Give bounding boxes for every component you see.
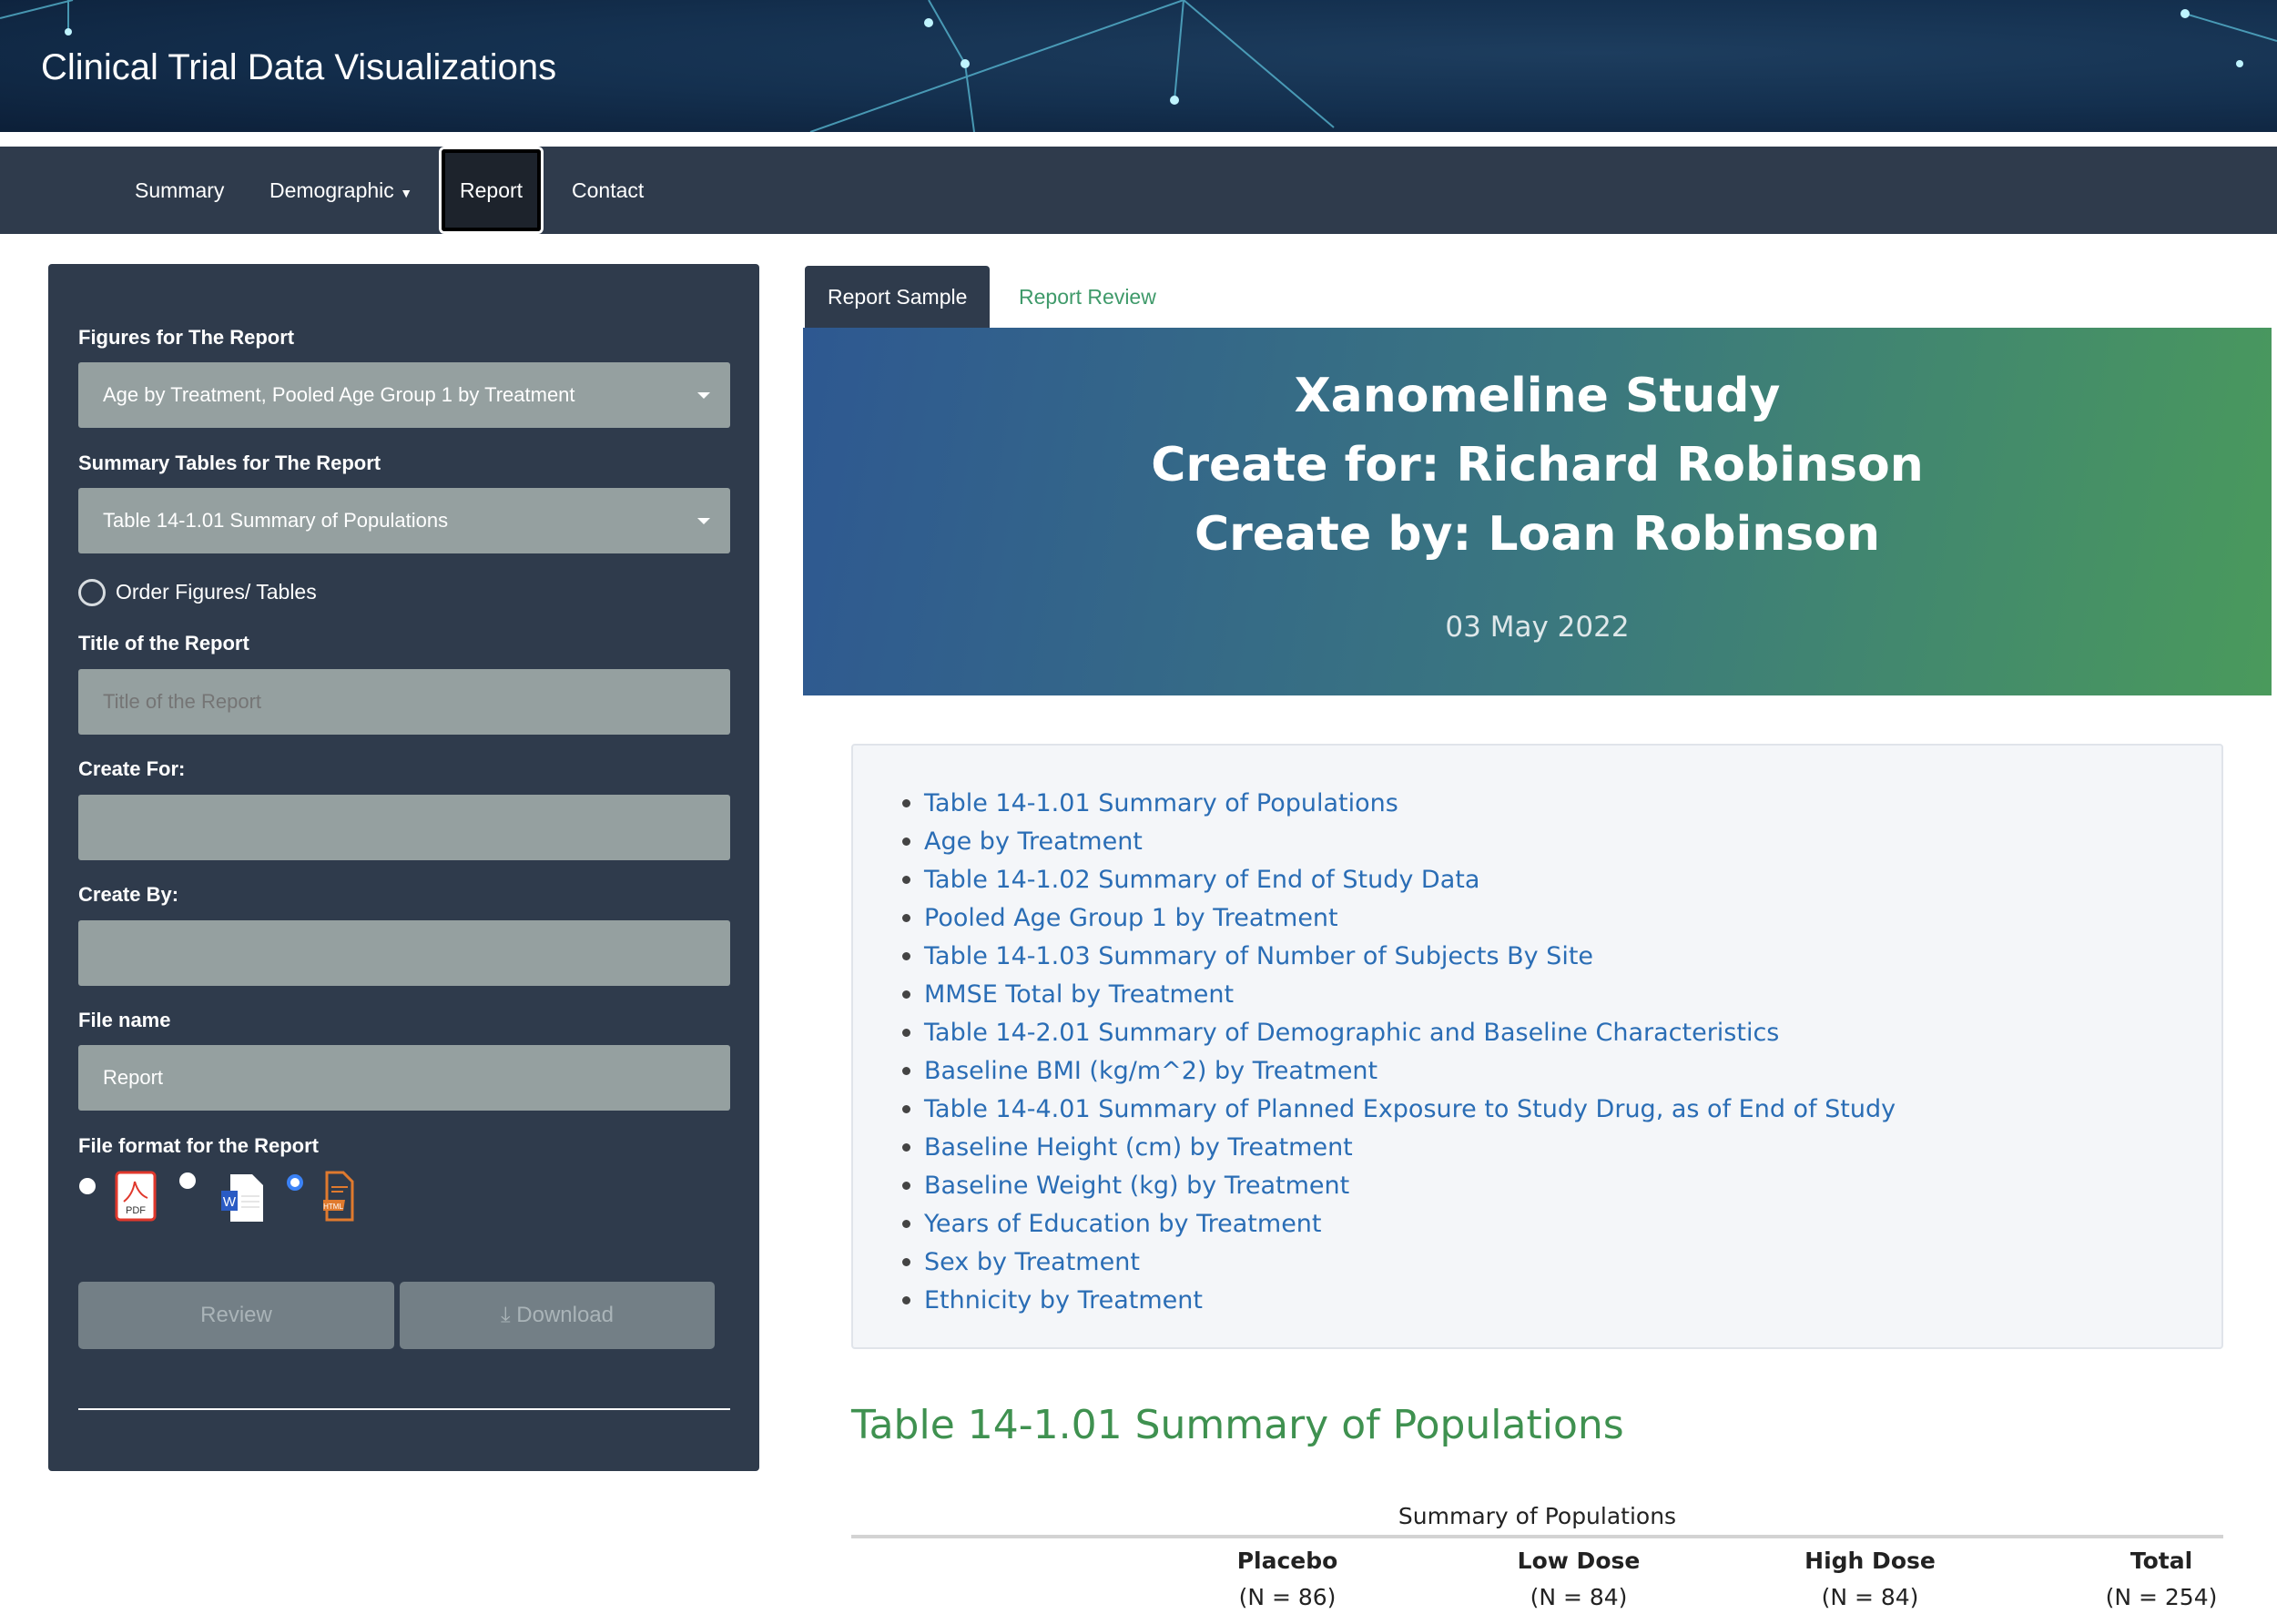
file-name-label: File name [78, 1009, 171, 1031]
html-file-icon: HTML [323, 1171, 354, 1222]
study-title: Xanomeline Study [1294, 369, 1781, 423]
toc-link[interactable]: Baseline Height (cm) by Treatment [924, 1133, 1353, 1162]
title-input[interactable] [78, 669, 730, 735]
tables-select-value: Table 14-1.01 Summary of Populations [103, 509, 449, 532]
toc-item: Table 14-2.01 Summary of Demographic and… [924, 1013, 1896, 1051]
html-icon-text: HTML [323, 1203, 343, 1211]
toc-item: Table 14-1.03 Summary of Number of Subje… [924, 937, 1896, 975]
column-n: (N = 86) [1238, 1584, 1337, 1610]
divider [78, 1408, 730, 1410]
toc-item: Pooled Age Group 1 by Treatment [924, 898, 1896, 937]
column-header: High Dose [1804, 1548, 1936, 1574]
toc-item: Sex by Treatment [924, 1243, 1896, 1281]
nav-demographic-label: Demographic [269, 178, 394, 202]
toc-link[interactable]: Table 14-1.03 Summary of Number of Subje… [924, 942, 1593, 970]
format-label: File format for the Report [78, 1134, 320, 1157]
toc-link[interactable]: Ethnicity by Treatment [924, 1286, 1203, 1314]
pdf-file-icon: PDF [115, 1171, 157, 1222]
caret-down-icon [697, 392, 710, 399]
table-top-rule [851, 1535, 2223, 1538]
toc-link[interactable]: Baseline BMI (kg/m^2) by Treatment [924, 1057, 1377, 1085]
download-button[interactable]: ⤓ Download [400, 1282, 715, 1349]
word-icon-text: W [223, 1194, 237, 1210]
toc-link[interactable]: MMSE Total by Treatment [924, 980, 1234, 1009]
report-date: 03 May 2022 [1445, 611, 1630, 644]
create-for-label: Create For: [78, 757, 186, 780]
create-for-input[interactable] [78, 795, 730, 860]
nav-summary[interactable]: Summary [135, 147, 224, 234]
format-radio-pdf[interactable] [79, 1178, 96, 1194]
create-by-label: Create By: [78, 883, 179, 906]
toc-item: Baseline BMI (kg/m^2) by Treatment [924, 1051, 1896, 1090]
toc-link[interactable]: Table 14-2.01 Summary of Demographic and… [924, 1019, 1779, 1047]
figures-select-value: Age by Treatment, Pooled Age Group 1 by … [103, 383, 575, 406]
column-n: (N = 254) [2105, 1584, 2218, 1610]
file-name-input[interactable]: Report [78, 1045, 730, 1111]
review-button[interactable]: Review [78, 1282, 394, 1349]
toc-link[interactable]: Table 14-1.01 Summary of Populations [924, 789, 1398, 817]
toc-link[interactable]: Baseline Weight (kg) by Treatment [924, 1172, 1349, 1200]
table-of-contents: Table 14-1.01 Summary of Populations Age … [851, 744, 2223, 1349]
nav-report[interactable]: Report [439, 147, 544, 234]
navbar: Summary Demographic ▼ Report Contact [0, 147, 2277, 234]
toc-link[interactable]: Table 14-4.01 Summary of Planned Exposur… [924, 1095, 1896, 1123]
nav-contact[interactable]: Contact [572, 147, 644, 234]
tab-report-sample[interactable]: Report Sample [805, 266, 991, 328]
column-n: (N = 84) [1821, 1584, 1919, 1610]
figures-label: Figures for The Report [78, 326, 295, 349]
download-label: Download [516, 1303, 614, 1327]
toc-item: Table 14-1.02 Summary of End of Study Da… [924, 860, 1896, 898]
toc-item: MMSE Total by Treatment [924, 975, 1896, 1013]
toc-link[interactable]: Years of Education by Treatment [924, 1210, 1322, 1238]
table-caption: Summary of Populations [1398, 1503, 1677, 1529]
toc-link[interactable]: Pooled Age Group 1 by Treatment [924, 904, 1338, 932]
figures-select[interactable]: Age by Treatment, Pooled Age Group 1 by … [78, 362, 730, 428]
column-header: Placebo [1236, 1548, 1338, 1574]
column-n: (N = 84) [1530, 1584, 1628, 1610]
create-by-input[interactable] [78, 920, 730, 986]
word-file-icon: W [221, 1174, 263, 1222]
toc-item: Table 14-4.01 Summary of Planned Exposur… [924, 1090, 1896, 1128]
tab-report-review[interactable]: Report Review [996, 266, 1179, 328]
report-title-banner: Xanomeline Study Create for: Richard Rob… [803, 328, 2272, 695]
nav-demographic[interactable]: Demographic ▼ [269, 147, 412, 234]
order-label: Order Figures/ Tables [116, 580, 317, 604]
toc-item: Years of Education by Treatment [924, 1204, 1896, 1243]
caret-down-icon [697, 518, 710, 524]
title-label: Title of the Report [78, 632, 249, 655]
tables-label: Summary Tables for The Report [78, 452, 381, 474]
toc-item: Baseline Weight (kg) by Treatment [924, 1166, 1896, 1204]
create-for-text: Create for: Richard Robinson [1151, 438, 1924, 492]
toc-link[interactable]: Sex by Treatment [924, 1248, 1140, 1276]
toc-link[interactable]: Table 14-1.02 Summary of End of Study Da… [924, 866, 1479, 894]
toc-item: Ethnicity by Treatment [924, 1281, 1896, 1319]
tables-select[interactable]: Table 14-1.01 Summary of Populations [78, 488, 730, 553]
pdf-icon-text: PDF [126, 1205, 146, 1216]
toc-item: Baseline Height (cm) by Treatment [924, 1128, 1896, 1166]
toc-item: Table 14-1.01 Summary of Populations [924, 784, 1896, 822]
section-heading: Table 14-1.01 Summary of Populations [851, 1402, 1624, 1448]
toc-link[interactable]: Age by Treatment [924, 827, 1143, 856]
app-header: Clinical Trial Data Visualizations [0, 0, 2277, 132]
order-toggle[interactable] [78, 579, 106, 606]
format-radio-html[interactable] [287, 1174, 303, 1191]
app-title: Clinical Trial Data Visualizations [41, 47, 557, 87]
report-settings-panel: Figures for The Report Age by Treatment,… [48, 264, 759, 1471]
create-by-text: Create by: Loan Robinson [1194, 507, 1880, 562]
caret-down-icon: ▼ [400, 186, 413, 200]
download-icon: ⤓ [500, 1303, 511, 1327]
format-radio-word[interactable] [179, 1172, 196, 1189]
column-header: Low Dose [1517, 1548, 1641, 1574]
column-header: Total [2130, 1548, 2193, 1574]
toc-item: Age by Treatment [924, 822, 1896, 860]
